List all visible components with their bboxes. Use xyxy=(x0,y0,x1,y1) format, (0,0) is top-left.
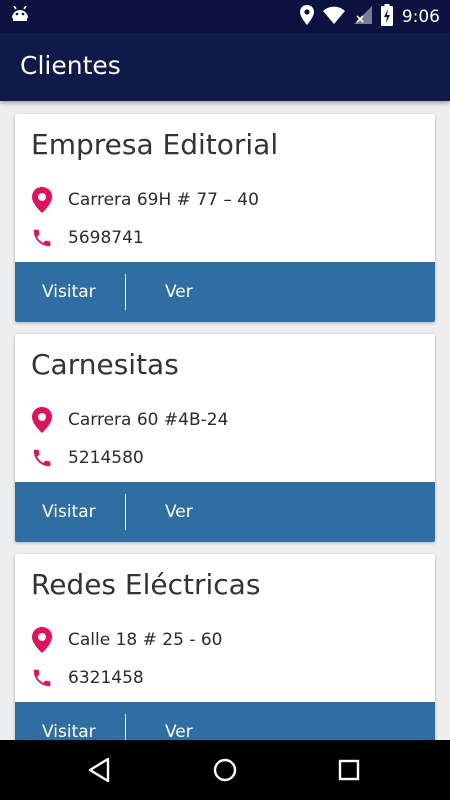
android-debug-icon xyxy=(10,5,30,26)
location-icon xyxy=(299,4,314,29)
page-title: Clientes xyxy=(20,51,121,80)
client-phone: 6321458 xyxy=(68,668,144,688)
client-address: Calle 18 # 25 - 60 xyxy=(68,630,223,650)
client-phone: 5698741 xyxy=(68,228,144,248)
action-divider xyxy=(125,494,126,530)
client-name: Redes Eléctricas xyxy=(31,568,261,601)
client-name: Carnesitas xyxy=(31,348,179,381)
view-button[interactable]: Ver xyxy=(165,262,193,322)
view-button[interactable]: Ver xyxy=(165,702,193,740)
card-actions: Visitar Ver xyxy=(15,702,435,740)
client-phone: 5214580 xyxy=(68,448,144,468)
phone-icon xyxy=(31,447,53,473)
card-actions: Visitar Ver xyxy=(15,482,435,542)
home-icon[interactable] xyxy=(209,754,241,786)
back-icon[interactable] xyxy=(84,754,116,786)
status-time: 9:06 xyxy=(401,6,440,27)
wifi-icon xyxy=(322,6,345,28)
phone-icon xyxy=(31,667,53,693)
phone-icon xyxy=(31,227,53,253)
client-name: Empresa Editorial xyxy=(31,128,279,161)
status-bar: 9:06 xyxy=(0,0,450,33)
card-actions: Visitar Ver xyxy=(15,262,435,322)
client-card: Carnesitas Carrera 60 #4B-24 5214580 Vis… xyxy=(15,334,435,542)
recents-icon[interactable] xyxy=(333,754,365,786)
navigation-bar xyxy=(0,740,450,800)
visit-button[interactable]: Visitar xyxy=(42,262,96,322)
client-address: Carrera 69H # 77 – 40 xyxy=(68,190,259,210)
client-card: Empresa Editorial Carrera 69H # 77 – 40 … xyxy=(15,114,435,322)
signal-icon xyxy=(353,5,372,28)
visit-button[interactable]: Visitar xyxy=(42,482,96,542)
app-bar: Clientes xyxy=(0,33,450,101)
client-list[interactable]: Empresa Editorial Carrera 69H # 77 – 40 … xyxy=(0,101,450,740)
client-address: Carrera 60 #4B-24 xyxy=(68,410,229,430)
battery-charging-icon xyxy=(380,3,393,30)
location-pin-icon xyxy=(31,187,53,213)
visit-button[interactable]: Visitar xyxy=(42,702,96,740)
action-divider xyxy=(125,274,126,310)
location-pin-icon xyxy=(31,407,53,433)
view-button[interactable]: Ver xyxy=(165,482,193,542)
client-card: Redes Eléctricas Calle 18 # 25 - 60 6321… xyxy=(15,554,435,740)
location-pin-icon xyxy=(31,627,53,653)
action-divider xyxy=(125,714,126,740)
